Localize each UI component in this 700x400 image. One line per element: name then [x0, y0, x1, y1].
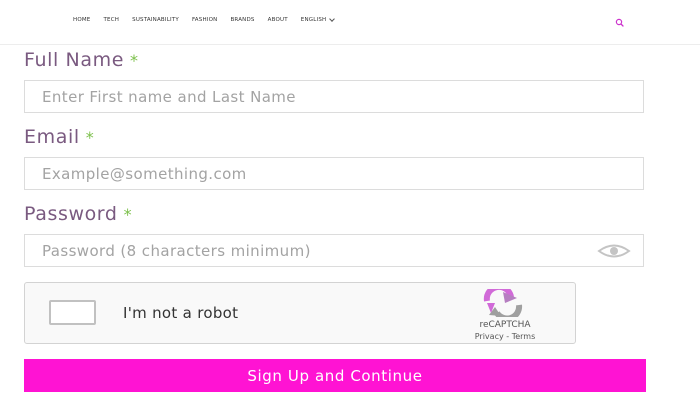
nav-item-fashion[interactable]: FASHION [192, 17, 218, 23]
required-asterisk: * [123, 205, 133, 224]
nav-item-label: TECH [103, 17, 120, 23]
required-asterisk: * [129, 51, 139, 70]
email-label: Email * [24, 126, 94, 148]
nav-item-home[interactable]: HOME [73, 17, 91, 23]
nav-item-label: BRANDS [230, 17, 255, 23]
search-icon [615, 18, 624, 27]
nav-item-about[interactable]: ABOUT [268, 17, 288, 23]
chevron-down-icon [329, 16, 336, 22]
nav-item-sustainability[interactable]: SUSTAINABILITY [132, 17, 179, 23]
top-navigation: HOME TECH SUSTAINABILITY FASHION BRANDS … [0, 0, 700, 45]
password-field [24, 234, 644, 267]
search-button[interactable] [614, 14, 626, 27]
nav-item-label: HOME [73, 17, 91, 23]
email-field [24, 157, 644, 190]
nav-item-label: ENGLISH [300, 17, 327, 23]
sign-up-button[interactable]: Sign Up and Continue [24, 359, 646, 392]
password-label-text: Password [24, 203, 118, 225]
recaptcha-widget: I'm not a robot reCAPTCHA Privacy - Term… [24, 282, 576, 344]
recaptcha-brand: reCAPTCHA [479, 320, 531, 330]
full-name-field [24, 80, 644, 113]
nav-item-tech[interactable]: TECH [104, 17, 120, 23]
terms-link[interactable]: Terms [512, 332, 536, 341]
password-label: Password * [24, 203, 132, 225]
recaptcha-links: Privacy - Terms [445, 332, 565, 341]
eye-icon [597, 244, 631, 258]
language-dropdown[interactable]: ENGLISH [300, 16, 336, 23]
email-label-text: Email [24, 126, 80, 148]
recaptcha-logo-icon [473, 283, 533, 322]
recaptcha-checkbox[interactable] [49, 300, 96, 325]
nav-item-label: ABOUT [267, 17, 288, 23]
sign-up-button-label: Sign Up and Continue [247, 366, 423, 385]
required-asterisk: * [85, 128, 95, 147]
full-name-label-text: Full Name [24, 49, 124, 71]
full-name-input[interactable] [25, 81, 643, 112]
nav-item-label: SUSTAINABILITY [132, 17, 179, 23]
nav-item-label: FASHION [191, 17, 218, 23]
recaptcha-label: I'm not a robot [123, 304, 239, 322]
privacy-link[interactable]: Privacy [475, 332, 504, 341]
nav-menu: HOME TECH SUSTAINABILITY FASHION BRANDS … [73, 16, 347, 23]
password-input[interactable] [25, 235, 643, 266]
signup-page: HOME TECH SUSTAINABILITY FASHION BRANDS … [0, 0, 700, 400]
nav-item-brands[interactable]: BRANDS [230, 17, 254, 23]
link-separator: - [506, 332, 510, 341]
show-password-toggle[interactable] [597, 243, 631, 259]
email-input[interactable] [25, 158, 643, 189]
full-name-label: Full Name * [24, 49, 139, 71]
